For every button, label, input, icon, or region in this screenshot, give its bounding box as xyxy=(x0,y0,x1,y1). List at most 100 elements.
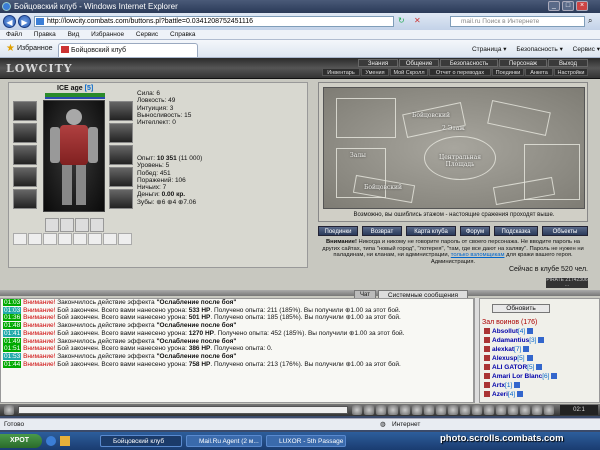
belt-item-slot[interactable] xyxy=(75,218,89,232)
shield-slot[interactable] xyxy=(109,145,133,165)
quest-icon[interactable] xyxy=(460,405,470,415)
character-avatar[interactable] xyxy=(43,100,105,212)
user-list-item[interactable]: Adamantius[3] xyxy=(484,337,599,345)
private-message-icon[interactable] xyxy=(484,355,490,362)
user-info-icon[interactable] xyxy=(536,364,543,371)
tab-communication[interactable]: Общение xyxy=(399,59,439,67)
belt-item-slot[interactable] xyxy=(60,218,74,232)
return-button[interactable]: Возврат xyxy=(362,226,402,236)
earring-slot[interactable] xyxy=(109,101,133,121)
search-input[interactable]: mail.ru Поиск в Интернете xyxy=(450,16,585,27)
subtab-settings[interactable]: Настройки xyxy=(554,68,588,76)
user-list-item[interactable]: Artx[1] xyxy=(484,382,599,390)
tab-character[interactable]: Персонаж xyxy=(499,59,547,67)
user-info-icon[interactable] xyxy=(523,346,530,353)
info-icon[interactable] xyxy=(448,405,458,415)
user-name[interactable]: Amari Lor Blanc xyxy=(492,373,542,380)
refresh-icon[interactable]: ↻ xyxy=(398,16,410,27)
clan-icon[interactable] xyxy=(496,405,506,415)
task-combats[interactable]: Бойцовский клуб xyxy=(100,435,182,447)
map-room[interactable] xyxy=(336,98,396,138)
tab-knowledge[interactable]: Знания xyxy=(358,59,398,67)
user-list-item[interactable]: alexkat[7] xyxy=(484,346,599,354)
private-message-icon[interactable] xyxy=(484,382,490,389)
private-message-icon[interactable] xyxy=(484,337,490,344)
spell-slot[interactable] xyxy=(88,233,102,245)
smile-icon[interactable] xyxy=(376,405,386,415)
spell-slot[interactable] xyxy=(103,233,117,245)
map-room[interactable] xyxy=(492,176,556,206)
menu-item-file[interactable]: Файл xyxy=(6,31,22,38)
warning-link[interactable]: только взломщикам xyxy=(451,252,505,258)
chat-timestamp[interactable]: 01:03 xyxy=(3,306,22,314)
private-message-icon[interactable] xyxy=(484,373,490,380)
frame-separator[interactable] xyxy=(0,290,600,296)
user-info-icon[interactable] xyxy=(538,337,545,344)
spell-slot[interactable] xyxy=(13,233,27,245)
close-button[interactable]: × xyxy=(576,1,588,11)
map-room[interactable] xyxy=(487,100,551,136)
favorites-label[interactable]: Избранное xyxy=(17,45,52,52)
subtab-profile[interactable]: Анкета xyxy=(525,68,553,76)
map-icon[interactable] xyxy=(532,405,542,415)
task-luxor[interactable]: LUXOR - 5th Passage xyxy=(266,435,346,447)
tab-security[interactable]: Безопасность xyxy=(440,59,498,67)
subtab-transfer-report[interactable]: Отчет о переводах xyxy=(429,68,491,76)
spell-slot[interactable] xyxy=(58,233,72,245)
club-map[interactable]: Залы 2 Этаж Центральная Площадь Бойцовск… xyxy=(323,87,585,209)
belt-item-slot[interactable] xyxy=(90,218,104,232)
maximize-button[interactable]: □ xyxy=(562,1,574,11)
gloves-slot[interactable] xyxy=(109,123,133,143)
bank-icon[interactable] xyxy=(520,405,530,415)
private-message-icon[interactable] xyxy=(484,328,490,335)
user-name[interactable]: Absollut xyxy=(492,328,518,335)
forum-button[interactable]: Форум xyxy=(460,226,490,236)
chat-mode-icon[interactable] xyxy=(4,405,14,415)
search-icon[interactable]: ⌕ xyxy=(588,16,592,26)
subtab-inventory[interactable]: Инвентарь xyxy=(322,68,360,76)
menu-item-favorites[interactable]: Избранное xyxy=(91,31,124,38)
user-name[interactable]: Adamantius xyxy=(492,337,529,344)
task-mailru-agent[interactable]: Mail.Ru Agent (2 м... xyxy=(186,435,262,447)
boots-slot[interactable] xyxy=(109,189,133,209)
subtab-my-scroll[interactable]: Мой Скролл xyxy=(390,68,428,76)
page-menu[interactable]: Страница ▾ xyxy=(472,46,507,53)
start-button[interactable]: ХРОТ xyxy=(0,434,42,448)
filter-icon[interactable] xyxy=(388,405,398,415)
menu-item-help[interactable]: Справка xyxy=(170,31,196,38)
club-map-button[interactable]: Карта клуба xyxy=(406,226,456,236)
hint-button[interactable]: Подсказка xyxy=(494,226,538,236)
translit-icon[interactable] xyxy=(400,405,410,415)
chat-input[interactable] xyxy=(18,406,348,414)
user-info-icon[interactable] xyxy=(517,391,524,398)
url-input[interactable]: http://lowcity.combats.com/buttons.pl?ba… xyxy=(34,16,394,27)
private-message-icon[interactable] xyxy=(484,346,490,353)
private-message-icon[interactable] xyxy=(484,391,490,398)
user-info-icon[interactable] xyxy=(526,355,533,362)
character-name[interactable]: ICE age [5] xyxy=(57,85,93,92)
armor-slot[interactable] xyxy=(13,167,37,187)
chat-timestamp[interactable]: 01:51 xyxy=(3,345,22,353)
spell-slot[interactable] xyxy=(118,233,132,245)
quicklaunch-ie-icon[interactable] xyxy=(46,436,56,446)
favorites-star-icon[interactable]: ★ xyxy=(6,44,16,54)
chat-timestamp[interactable]: 01:41 xyxy=(3,329,22,337)
user-list-item[interactable]: ALI GATOR[5] xyxy=(484,364,599,372)
menu-item-view[interactable]: Вид xyxy=(68,31,80,38)
back-icon[interactable]: ◀ xyxy=(3,15,16,28)
browser-tab[interactable]: Бойцовский клуб xyxy=(58,43,198,57)
user-name[interactable]: Artx xyxy=(492,382,505,389)
user-name[interactable]: alexkat xyxy=(492,346,514,353)
settings-icon[interactable] xyxy=(436,405,446,415)
user-name[interactable]: Azeri xyxy=(492,391,508,398)
chat-timestamp[interactable]: 01:53 xyxy=(3,352,22,360)
shop-icon[interactable] xyxy=(508,405,518,415)
user-info-icon[interactable] xyxy=(551,373,558,380)
belt-item-slot[interactable] xyxy=(45,218,59,232)
chat-timestamp[interactable]: 01:48 xyxy=(3,322,22,330)
spell-slot[interactable] xyxy=(73,233,87,245)
battles-button[interactable]: Поединки xyxy=(318,226,358,236)
user-list-item[interactable]: Azeri[4] xyxy=(484,391,599,399)
forward-icon[interactable]: ▶ xyxy=(18,15,31,28)
refresh-button[interactable]: Обновить xyxy=(492,304,550,313)
